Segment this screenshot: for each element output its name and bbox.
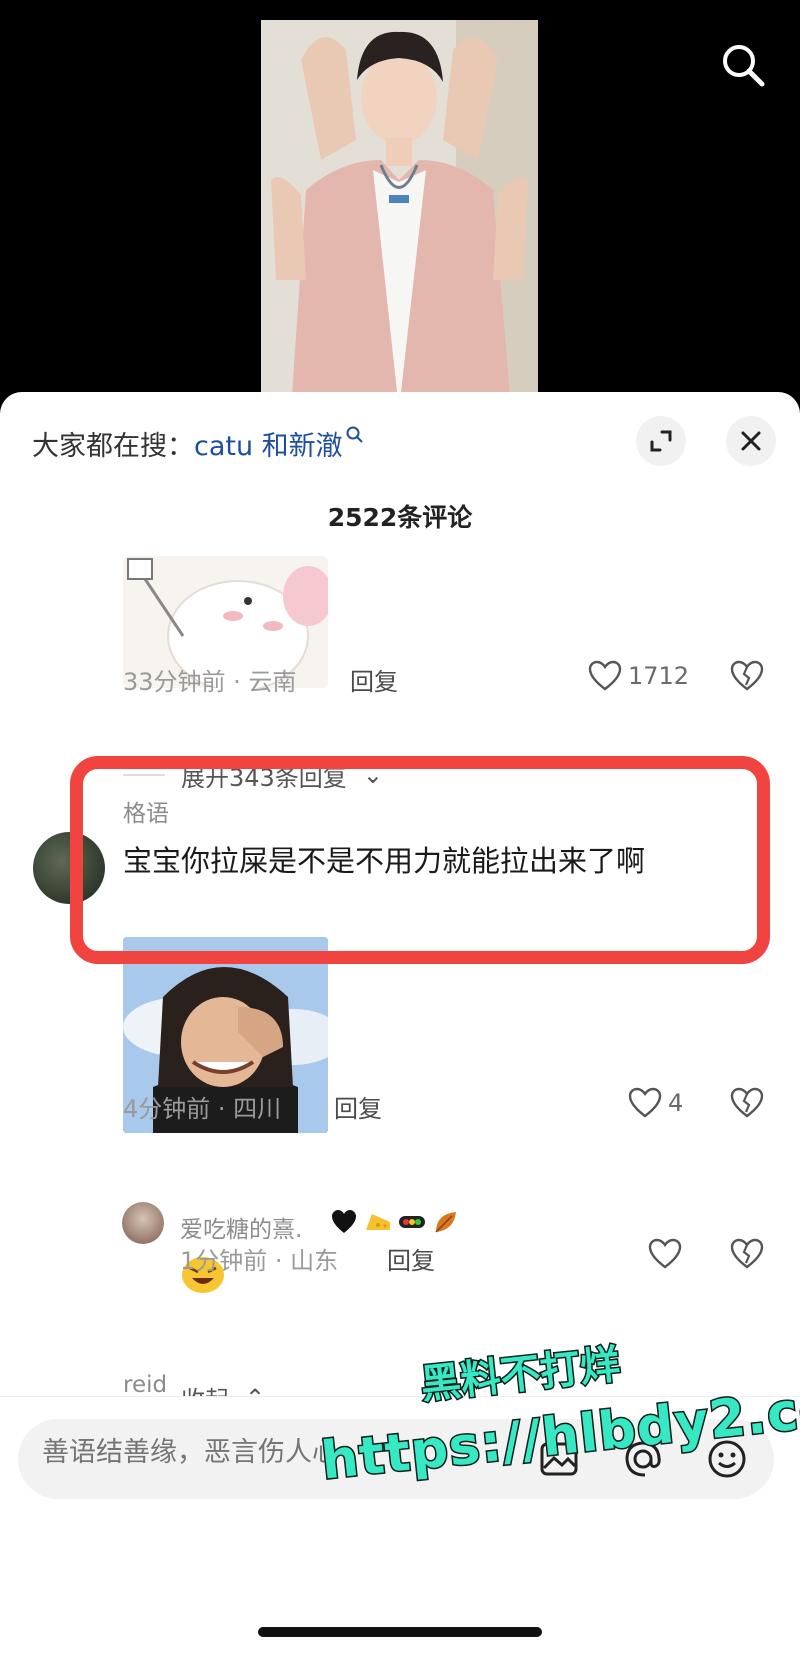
- small-search-icon: [346, 426, 363, 443]
- reply-button[interactable]: 回复: [387, 1241, 435, 1276]
- dislike-button[interactable]: [730, 660, 764, 696]
- like-button[interactable]: 1712: [588, 660, 689, 692]
- broken-heart-icon: [730, 1087, 764, 1118]
- heart-icon: [648, 1238, 682, 1269]
- comment-sheet: 大家都在搜：catu 和新澈 2522条评论 33分钟前 · 云南 回复 171…: [0, 392, 800, 1656]
- video-person-image: [261, 20, 538, 410]
- trending-search[interactable]: 大家都在搜：catu 和新澈: [32, 424, 365, 463]
- trending-prefix: 大家都在搜：: [32, 431, 194, 462]
- author-emoji-badges: [330, 1208, 460, 1236]
- reply-button[interactable]: 回复: [350, 662, 398, 697]
- close-button[interactable]: [726, 416, 776, 466]
- avatar[interactable]: [122, 1202, 164, 1244]
- traffic-light-icon: [398, 1208, 426, 1236]
- black-heart-icon: [330, 1208, 358, 1236]
- video-frame: [261, 20, 538, 410]
- comment-author[interactable]: reid: [123, 1372, 167, 1398]
- heart-icon: [628, 1087, 662, 1118]
- autumn-leaf-icon: [432, 1208, 460, 1236]
- close-icon: [741, 431, 761, 451]
- like-button[interactable]: [648, 1238, 682, 1270]
- expand-icon: [650, 430, 672, 452]
- like-count: 4: [668, 1089, 684, 1117]
- reply-author[interactable]: 爱吃糖的熹.: [180, 1210, 302, 1244]
- comment-meta: 4分钟前 · 四川: [123, 1095, 282, 1123]
- video-player[interactable]: [0, 0, 800, 410]
- dislike-button[interactable]: [730, 1238, 764, 1274]
- home-indicator[interactable]: [258, 1627, 542, 1637]
- like-count: 1712: [628, 662, 690, 690]
- reply-button[interactable]: 回复: [334, 1089, 382, 1124]
- like-button[interactable]: 4: [628, 1087, 683, 1119]
- dislike-button[interactable]: [730, 1087, 764, 1123]
- highlight-box: [70, 756, 770, 964]
- reply-meta: 1分钟前 · 山东: [180, 1247, 339, 1275]
- broken-heart-icon: [730, 660, 764, 691]
- comment-meta: 33分钟前 · 云南: [123, 668, 297, 696]
- fullscreen-button[interactable]: [636, 416, 686, 466]
- broken-heart-icon: [730, 1238, 764, 1269]
- heart-icon: [588, 660, 622, 691]
- cheese-icon: [364, 1208, 392, 1236]
- search-icon[interactable]: [718, 40, 768, 90]
- comment-count: 2522条评论: [327, 503, 473, 532]
- trending-keyword[interactable]: catu 和新澈: [194, 431, 343, 462]
